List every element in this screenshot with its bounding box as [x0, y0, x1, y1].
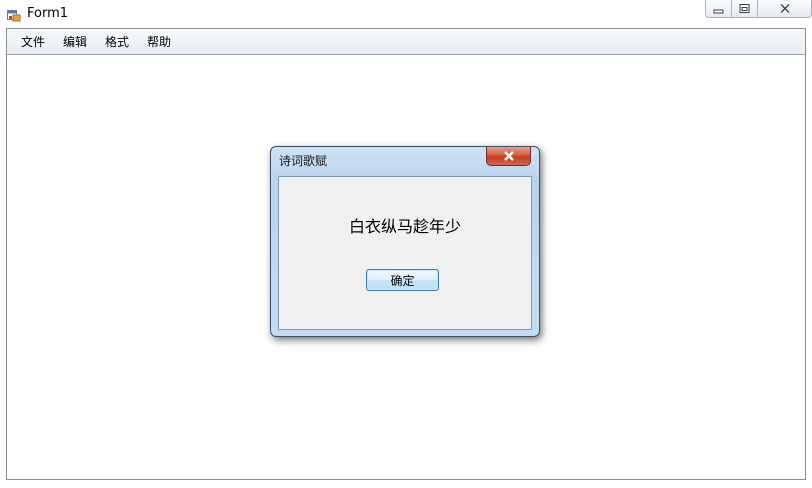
menu-item-file[interactable]: 文件 — [12, 32, 54, 52]
menu-item-help[interactable]: 帮助 — [138, 32, 180, 52]
minimize-button[interactable] — [705, 0, 732, 18]
menu-bar: 文件 编辑 格式 帮助 — [7, 29, 805, 55]
caption-buttons — [705, 0, 812, 19]
ok-button[interactable]: 确定 — [366, 269, 439, 291]
main-window: Form1 文件 编辑 格式 帮助 诗词歌赋 白衣纵马趁年少 确定 — [0, 0, 812, 488]
title-bar[interactable]: Form1 — [0, 0, 812, 28]
window-title: Form1 — [27, 6, 69, 21]
menu-item-edit[interactable]: 编辑 — [54, 32, 96, 52]
form-app-icon — [7, 7, 21, 22]
menu-item-format[interactable]: 格式 — [96, 32, 138, 52]
dialog-message: 白衣纵马趁年少 — [348, 217, 461, 236]
dialog-title: 诗词歌赋 — [279, 154, 328, 168]
window-close-button[interactable] — [758, 0, 812, 18]
dialog-body: 白衣纵马趁年少 确定 — [278, 176, 532, 330]
dialog-close-button[interactable] — [486, 147, 531, 166]
message-dialog: 诗词歌赋 白衣纵马趁年少 确定 — [270, 146, 540, 337]
restore-button[interactable] — [732, 0, 758, 18]
